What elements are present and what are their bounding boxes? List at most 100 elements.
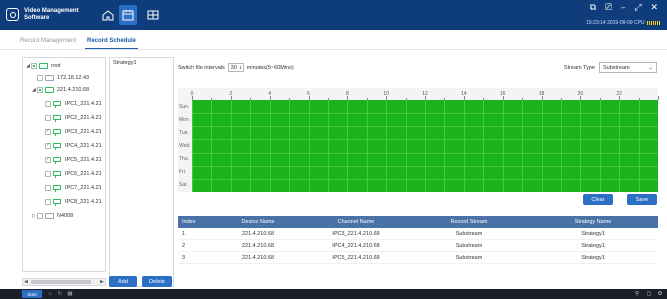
add-strategy-button[interactable]: Add xyxy=(109,276,137,287)
camera-icon xyxy=(53,170,62,178)
stepper-arrows-icon[interactable]: ⇕ xyxy=(239,65,242,70)
column-header: Record Stream xyxy=(450,219,488,225)
cpu-label: CPU xyxy=(634,20,645,26)
tree-node-channel[interactable]: IPC3_221.4.21 xyxy=(45,127,102,137)
tree-node-channel[interactable]: IPC1_221.4.21 xyxy=(45,99,102,109)
network-icon[interactable]: ⚲ xyxy=(633,290,641,298)
device-tree: ◢ root 172.18.12.43 ◢ 221.4.210.68 IPC1_… xyxy=(22,57,106,272)
tab-record-management[interactable]: Record Management xyxy=(20,38,76,44)
grid-day-line xyxy=(192,165,658,167)
table-cell: IPC5_221.4.210.68 xyxy=(332,254,380,261)
hour-label: 16 xyxy=(499,91,506,97)
column-header: Device Name xyxy=(241,219,275,225)
interval-label: Switch file intervals xyxy=(178,64,225,71)
checkbox[interactable] xyxy=(45,128,51,135)
table-row[interactable]: 1 221.4.210.68 IPC3_221.4.210.68 Substre… xyxy=(178,228,658,240)
table-cell: Substream xyxy=(455,254,483,261)
checkbox[interactable] xyxy=(45,142,51,149)
checkbox[interactable] xyxy=(37,213,43,219)
tree-node-channel[interactable]: IPC8_221.4.21 xyxy=(45,197,102,207)
camera-icon xyxy=(53,114,62,122)
grid-icon[interactable]: ▦ xyxy=(66,290,74,298)
interval-stepper[interactable]: 30 ⇕ xyxy=(227,63,244,72)
camera-icon xyxy=(53,156,62,164)
tree-node-label: root xyxy=(51,63,61,69)
hour-label: 2 xyxy=(229,91,233,97)
checkbox[interactable] xyxy=(37,87,43,93)
cpu-usage-bar xyxy=(647,20,661,25)
tree-node-root[interactable]: ◢ root xyxy=(26,61,60,71)
table-header: Index Device Name Channel Name Record St… xyxy=(178,216,658,228)
home-icon[interactable] xyxy=(100,8,116,22)
checkbox[interactable] xyxy=(45,156,51,163)
lock-icon[interactable]: ⌂ xyxy=(46,290,54,298)
day-labels: Sun. Mon. Tue. Wed. Thu. Fri. Sat. xyxy=(178,100,192,192)
datetime: 15:23:14 2019-09-09 xyxy=(586,20,633,26)
notification-icon[interactable]: ◻ xyxy=(645,290,653,298)
tree-node-channel[interactable]: IPC5_221.4.21 xyxy=(45,155,102,165)
start-button[interactable]: Start xyxy=(22,290,42,298)
tree-node-channel[interactable]: IPC4_221.4.21 xyxy=(45,141,102,151)
app-logo-icon xyxy=(6,8,19,21)
checkbox[interactable] xyxy=(31,63,37,69)
table-row[interactable]: 2 221.4.210.68 IPC4_221.4.210.68 Substre… xyxy=(178,240,658,252)
camera-icon xyxy=(53,198,62,206)
strategy-list: Strategy1 xyxy=(109,57,174,287)
group-icon xyxy=(39,63,48,69)
tree-horizontal-scrollbar[interactable]: ◀ ▶ xyxy=(22,278,106,286)
strategy-item[interactable]: Strategy1 xyxy=(112,60,172,69)
checkbox[interactable] xyxy=(45,185,51,191)
tree-node-label: IPC6_221.4.21 xyxy=(65,171,102,177)
tree-node-device[interactable]: ◢ 221.4.210.68 xyxy=(32,85,89,95)
clear-button[interactable]: Clear xyxy=(583,194,613,205)
tree-node-channel[interactable]: IPC6_221.4.21 xyxy=(45,169,102,179)
table-cell: Substream xyxy=(455,230,483,237)
tree-node-label: IPC8_221.4.21 xyxy=(65,199,102,205)
record-schedule-nav-icon[interactable] xyxy=(119,5,137,25)
interval-value: 30 xyxy=(230,64,237,71)
grid-day-line xyxy=(192,113,658,115)
nvr-icon xyxy=(45,75,54,81)
app-title-line1: Video Management xyxy=(24,8,79,14)
tree-node-device[interactable]: 172.18.12.43 xyxy=(37,73,89,83)
hour-label: 8 xyxy=(345,91,349,97)
column-header: Channel Name xyxy=(337,219,375,225)
scroll-right-icon[interactable]: ▶ xyxy=(100,279,104,285)
checkbox[interactable] xyxy=(37,75,43,81)
grid-day-line xyxy=(192,178,658,180)
table-cell: 221.4.210.68 xyxy=(241,230,275,237)
checkbox[interactable] xyxy=(45,171,51,177)
hour-ruler: 0 2 4 6 8 10 12 14 16 18 20 22 xyxy=(191,88,659,100)
schedule-grid[interactable] xyxy=(192,100,658,192)
table-cell: 221.4.210.68 xyxy=(241,242,275,249)
checkbox[interactable] xyxy=(45,115,51,121)
save-button[interactable]: Save xyxy=(627,194,657,205)
tree-node-device[interactable]: ▷ N4008 xyxy=(32,211,73,221)
tree-node-channel[interactable]: IPC7_221.4.21 xyxy=(45,183,102,193)
stream-type-select[interactable]: Substream ⌄ xyxy=(599,62,657,73)
settings-icon[interactable]: ⚙ xyxy=(656,290,664,298)
tree-node-channel[interactable]: IPC2_221.4.21 xyxy=(45,113,102,123)
checkbox[interactable] xyxy=(45,101,51,107)
table-cell: 1 xyxy=(182,230,186,237)
stream-type-value: Substream xyxy=(603,64,630,71)
window-controls[interactable]: ⧉ ⎚ – ⤢ ✕ xyxy=(590,3,661,13)
scrollbar-thumb[interactable] xyxy=(31,280,91,284)
day-label: Sun. xyxy=(179,103,190,110)
refresh-icon[interactable]: ↻ xyxy=(56,290,64,298)
schedule-timeline: 0 2 4 6 8 10 12 14 16 18 20 22 Sun. Mon. Tue. Wed. Thu.… xyxy=(178,88,659,192)
checkbox[interactable] xyxy=(45,199,51,205)
schedule-table: Index Device Name Channel Name Record St… xyxy=(178,216,658,264)
day-label: Wed. xyxy=(179,142,191,149)
tab-record-schedule[interactable]: Record Schedule xyxy=(84,38,139,49)
delete-strategy-button[interactable]: Delete xyxy=(142,276,172,287)
layout-icon[interactable] xyxy=(145,8,161,22)
app-title: Video Management Software xyxy=(24,8,84,22)
day-label: Mon. xyxy=(179,116,191,123)
taskbar: Start ⌂ ↻ ▦ ⚲ ◻ ⚙ xyxy=(0,289,667,299)
scroll-left-icon[interactable]: ◀ xyxy=(24,279,28,285)
system-info: 15:23:14 2019-09-09 CPU xyxy=(586,20,661,26)
column-header: Strategy Name xyxy=(574,219,612,225)
table-row[interactable]: 3 221.4.210.68 IPC5_221.4.210.68 Substre… xyxy=(178,252,658,264)
tree-node-label: IPC7_221.4.21 xyxy=(65,185,102,191)
